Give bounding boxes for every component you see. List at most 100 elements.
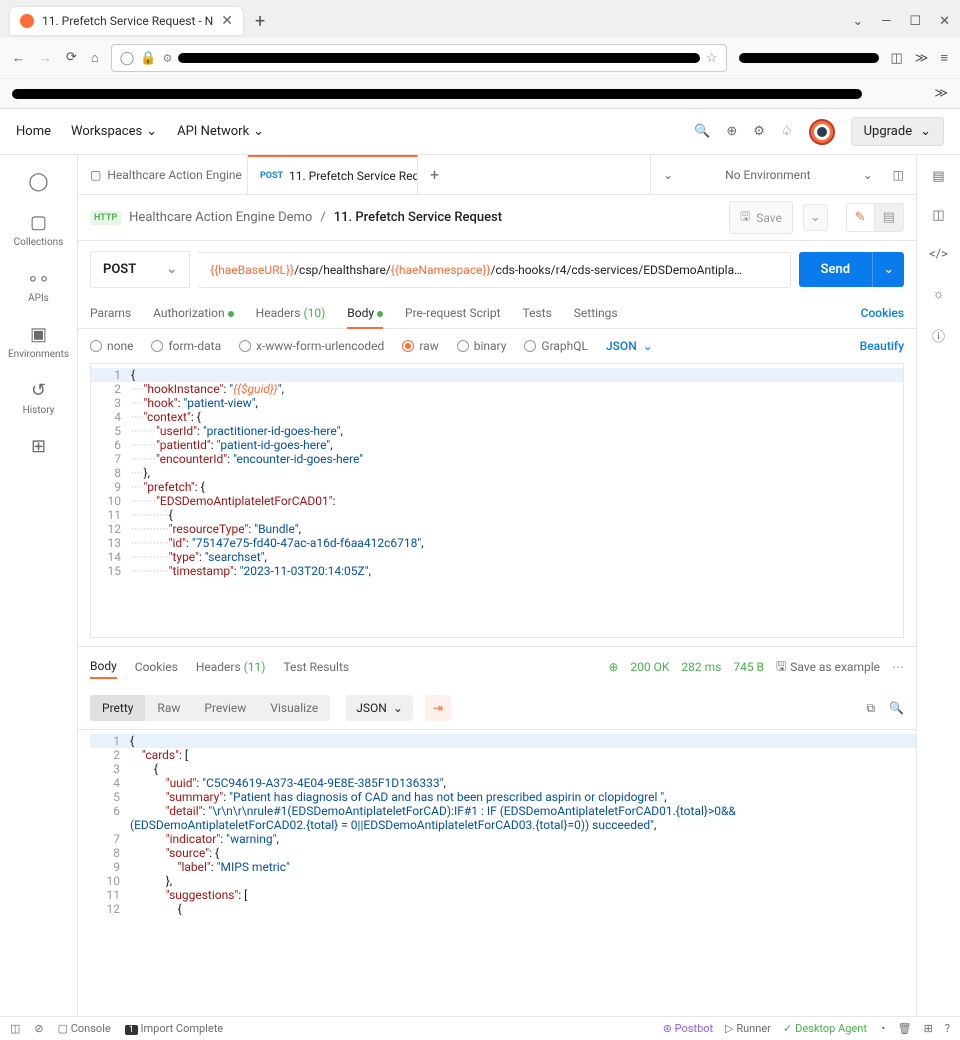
response-body-editor[interactable]: 1{ 2 "cards": [ 3 { 4 "uuid": "C5C94619-…: [78, 729, 916, 989]
invite-icon[interactable]: ⊕: [726, 124, 737, 139]
settings-icon[interactable]: ⚙: [163, 52, 173, 65]
gear-icon[interactable]: ⚙: [753, 124, 765, 139]
menu-icon[interactable]: ≡: [940, 50, 948, 66]
extension-icon[interactable]: ◫: [891, 51, 903, 66]
lightbulb-icon[interactable]: ☼: [933, 286, 945, 302]
resp-tab-tests[interactable]: Test Results: [283, 656, 349, 678]
bell-icon[interactable]: ♤: [781, 124, 793, 139]
tab-request-active[interactable]: POST11. Prefetch Service Req: [248, 155, 418, 194]
resp-tab-cookies[interactable]: Cookies: [135, 656, 178, 678]
breadcrumb: HTTP Healthcare Action Engine Demo / 11.…: [90, 210, 502, 225]
sidebar-collections[interactable]: ▢Collections: [10, 208, 68, 252]
radio-graphql[interactable]: GraphQL: [524, 339, 588, 353]
info-icon[interactable]: ⓘ: [932, 326, 945, 345]
desktop-agent-status[interactable]: ✓ Desktop Agent: [783, 1022, 867, 1035]
sidebar-person[interactable]: ◯: [24, 167, 52, 196]
trash-icon[interactable]: 🗑: [898, 1022, 912, 1035]
save-as-example[interactable]: 🖫Save as example: [776, 657, 880, 678]
overflow-icon[interactable]: ≫: [934, 86, 948, 101]
tab-tests[interactable]: Tests: [523, 298, 552, 328]
tab-authorization[interactable]: Authorization: [153, 298, 234, 328]
sync-icon[interactable]: ⊘: [34, 1022, 43, 1035]
send-button[interactable]: Send⌄: [799, 252, 904, 287]
sidebar-apis[interactable]: ∘∘APIs: [23, 264, 54, 308]
breadcrumb-parent[interactable]: Healthcare Action Engine Demo: [129, 210, 312, 225]
close-window-icon[interactable]: ✕: [939, 14, 950, 29]
docs-icon[interactable]: ▤: [932, 169, 944, 184]
format-select[interactable]: JSON ⌄: [346, 695, 413, 721]
cookies-link[interactable]: Cookies: [861, 306, 904, 320]
url-input[interactable]: {{haeBaseURL}}/csp/healthshare/{{haeName…: [198, 252, 790, 288]
sidebar-history[interactable]: ↺History: [19, 376, 59, 420]
browser-tab[interactable]: 11. Prefetch Service Request - N ✕: [10, 7, 243, 35]
search-response-icon[interactable]: 🔍: [889, 701, 904, 716]
reload-icon[interactable]: ⟳: [66, 50, 77, 66]
save-button[interactable]: 🖫Save: [729, 201, 793, 234]
more-icon[interactable]: ⋯: [892, 660, 904, 674]
environment-selector[interactable]: ⌄ No Environment ⌄ ◫: [650, 155, 916, 194]
bookmark-icon[interactable]: ☆: [706, 51, 718, 66]
view-preview[interactable]: Preview: [192, 695, 258, 721]
capture-icon[interactable]: ◔: [879, 1022, 886, 1035]
resp-tab-headers[interactable]: Headers (11): [196, 656, 266, 678]
sidebar-environments[interactable]: ▣Environments: [4, 320, 73, 364]
radio-binary[interactable]: binary: [457, 339, 507, 353]
help-icon[interactable]: ?: [945, 1022, 950, 1035]
env-quicklook-icon[interactable]: ◫: [893, 168, 904, 182]
url-bar[interactable]: ◯ 🔒 ⚙ ☆: [111, 44, 727, 72]
new-tab-button[interactable]: +: [249, 11, 271, 32]
radio-formdata[interactable]: form-data: [151, 339, 221, 353]
avatar[interactable]: [809, 119, 835, 145]
beautify-button[interactable]: Beautify: [860, 339, 904, 353]
redacted-extension: [739, 53, 879, 63]
overflow-icon[interactable]: ≫: [915, 51, 929, 66]
view-visualize[interactable]: Visualize: [258, 695, 330, 721]
maximize-icon[interactable]: ☐: [909, 14, 921, 29]
radio-raw[interactable]: raw: [402, 339, 438, 353]
comments-icon[interactable]: ◫: [932, 208, 944, 223]
nav-api-network[interactable]: API Network ⌄: [177, 124, 264, 139]
sidebar-more[interactable]: ⊞: [27, 432, 50, 461]
response-size: 745 B: [733, 660, 764, 674]
console-button[interactable]: ▢ Console: [58, 1022, 111, 1035]
tab-headers[interactable]: Headers (10): [256, 298, 326, 328]
minimize-icon[interactable]: —: [881, 14, 891, 29]
nav-workspaces[interactable]: Workspaces ⌄: [71, 124, 157, 139]
nav-home[interactable]: Home: [16, 124, 51, 139]
comment-icon[interactable]: ▤: [874, 204, 903, 231]
search-icon[interactable]: 🔍: [694, 124, 710, 139]
method-selector[interactable]: POST⌄: [90, 251, 190, 288]
copy-icon[interactable]: ⧉: [866, 701, 875, 716]
tab-settings[interactable]: Settings: [574, 298, 618, 328]
wrap-icon[interactable]: ⇥: [425, 695, 451, 721]
forward-icon[interactable]: →: [39, 50, 52, 66]
view-pretty[interactable]: Pretty: [90, 695, 145, 721]
home-icon[interactable]: ⌂: [91, 50, 99, 66]
tab-collection[interactable]: ▢Healthcare Action Engine: [78, 155, 248, 194]
tab-body[interactable]: Body: [347, 298, 383, 328]
view-raw[interactable]: Raw: [145, 695, 192, 721]
sidebar-toggle-icon[interactable]: ◫: [10, 1022, 20, 1035]
back-icon[interactable]: ←: [12, 50, 25, 66]
radio-none[interactable]: none: [90, 339, 133, 353]
tab-prerequest[interactable]: Pre-request Script: [405, 298, 500, 328]
radio-xwww[interactable]: x-www-form-urlencoded: [239, 339, 384, 353]
import-status[interactable]: 1 Import Complete: [125, 1022, 223, 1035]
close-tab-icon[interactable]: ✕: [221, 13, 233, 29]
add-tab-button[interactable]: +: [418, 165, 451, 184]
shield-icon[interactable]: ◯: [120, 51, 135, 66]
lock-icon[interactable]: 🔒: [140, 51, 156, 66]
layout-icon[interactable]: ⊞: [924, 1022, 933, 1035]
chevron-down-icon[interactable]: ⌄: [852, 14, 863, 29]
code-icon[interactable]: </>: [929, 247, 948, 262]
edit-icon[interactable]: ✎: [847, 204, 874, 231]
resp-tab-body[interactable]: Body: [90, 655, 117, 679]
language-select[interactable]: JSON ⌄: [606, 339, 653, 353]
save-dropdown[interactable]: ⌄: [803, 204, 828, 231]
postbot-button[interactable]: ⊛ Postbot: [663, 1022, 713, 1035]
upgrade-button[interactable]: Upgrade ⌄: [851, 117, 944, 146]
globe-icon[interactable]: ⊕: [608, 660, 618, 674]
tab-params[interactable]: Params: [90, 298, 131, 328]
runner-button[interactable]: ▷ Runner: [725, 1022, 771, 1035]
request-body-editor[interactable]: 1{ 2····"hookInstance": "{{$guid}}", 3··…: [90, 363, 904, 638]
